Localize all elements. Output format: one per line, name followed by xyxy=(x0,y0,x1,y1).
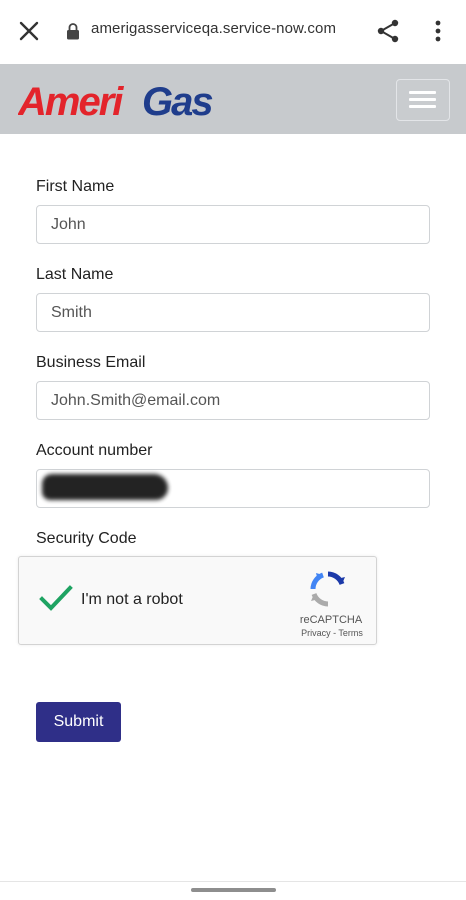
last-name-input[interactable]: Smith xyxy=(36,293,430,332)
more-vert-icon[interactable] xyxy=(428,18,448,44)
svg-text:Gas: Gas xyxy=(142,80,212,121)
hamburger-menu-button[interactable] xyxy=(396,79,450,121)
business-email-input[interactable]: John.Smith@email.com xyxy=(36,381,430,420)
recaptcha-logo-icon xyxy=(310,571,345,607)
redacted-account-scribble xyxy=(42,474,168,500)
home-indicator[interactable] xyxy=(191,888,276,892)
amerigas-logo[interactable]: Ameri Gas xyxy=(18,79,258,121)
bottom-divider xyxy=(0,881,466,882)
browser-toolbar: amerigasserviceqa.service-now.com xyxy=(0,0,466,64)
svg-text:Ameri: Ameri xyxy=(18,80,124,121)
recaptcha-widget[interactable]: I'm not a robot reCAPTCHA Privacy - Term… xyxy=(18,556,377,645)
business-email-label: Business Email xyxy=(36,354,146,371)
lock-icon xyxy=(67,23,79,40)
url-text[interactable]: amerigasserviceqa.service-now.com xyxy=(91,20,336,37)
first-name-label: First Name xyxy=(36,178,115,195)
account-number-label: Account number xyxy=(36,442,153,459)
recaptcha-brand: reCAPTCHA xyxy=(299,614,363,626)
security-code-label: Security Code xyxy=(36,530,137,547)
share-icon[interactable] xyxy=(375,18,401,44)
last-name-label: Last Name xyxy=(36,266,114,283)
recaptcha-terms-links[interactable]: Privacy - Terms xyxy=(293,628,371,638)
hamburger-icon xyxy=(409,91,436,94)
submit-button[interactable]: Submit xyxy=(36,702,121,742)
close-icon[interactable] xyxy=(18,20,40,42)
first-name-input[interactable]: John xyxy=(36,205,430,244)
captcha-label: I'm not a robot xyxy=(81,591,183,608)
checkmark-icon[interactable] xyxy=(39,585,73,613)
